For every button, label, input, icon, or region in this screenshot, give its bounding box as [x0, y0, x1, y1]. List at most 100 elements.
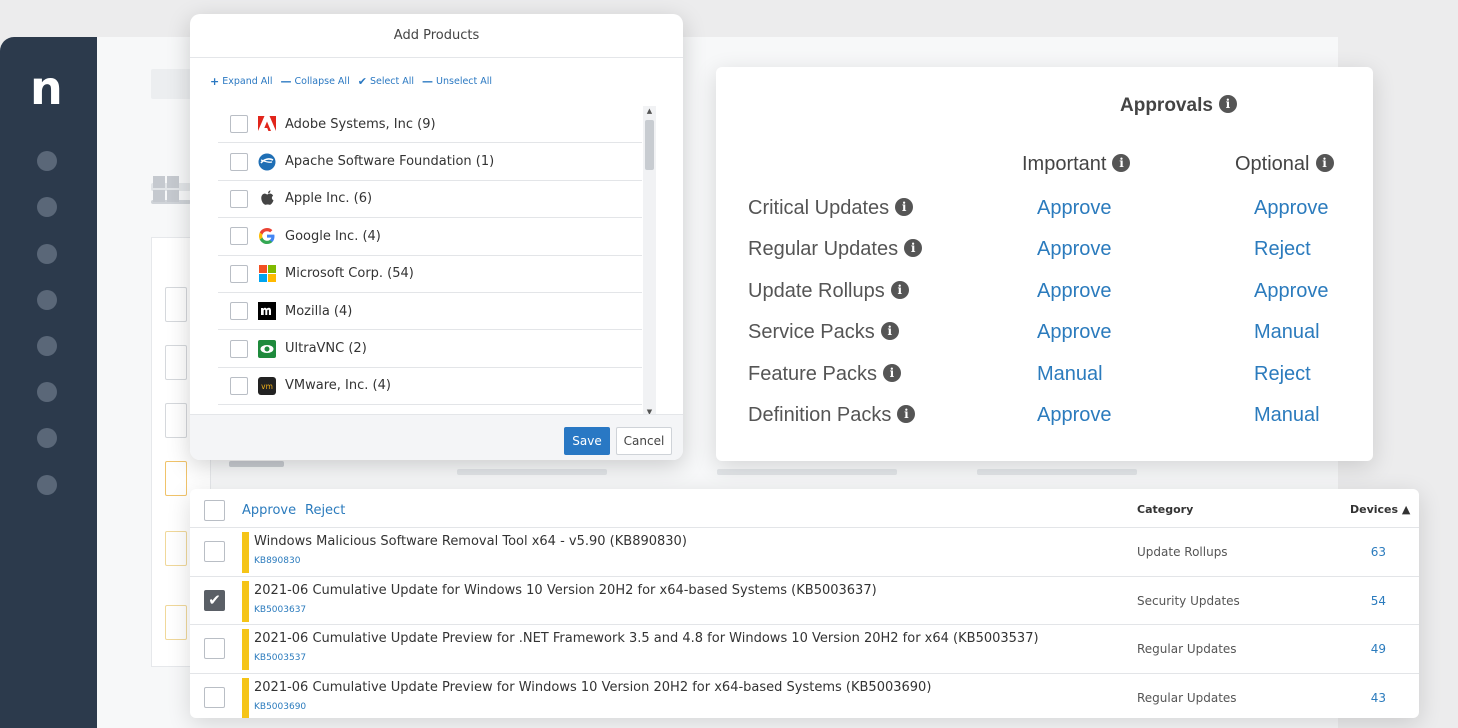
- important-approval-link[interactable]: Approve: [1037, 321, 1112, 344]
- sidebar-nav-item[interactable]: [37, 382, 57, 402]
- vendor-checkbox[interactable]: [230, 115, 248, 134]
- sidebar-nav-item[interactable]: [37, 475, 57, 495]
- optional-approval-link[interactable]: Reject: [1254, 363, 1311, 386]
- optional-approval-link[interactable]: Approve: [1254, 197, 1329, 220]
- important-column-header: Important i: [1022, 153, 1131, 176]
- approvals-title-text: Approvals: [1120, 95, 1213, 116]
- sidebar: n: [0, 37, 97, 728]
- vendor-list-scrollbar[interactable]: ▲ ▼: [643, 106, 656, 417]
- save-button[interactable]: Save: [564, 427, 610, 455]
- vendor-checkbox[interactable]: [230, 189, 248, 208]
- sidebar-nav-item[interactable]: [37, 428, 57, 448]
- row-checkbox[interactable]: [204, 638, 225, 659]
- category-column-header[interactable]: Category: [1137, 503, 1193, 516]
- info-icon[interactable]: i: [897, 404, 916, 423]
- sidebar-nav-item[interactable]: [37, 336, 57, 356]
- approval-row-label: Feature Packs i: [748, 363, 901, 386]
- table-row[interactable]: ✔ 2021-06 Cumulative Update for Windows …: [190, 575, 1419, 625]
- row-label-text: Feature Packs: [748, 363, 877, 385]
- update-category: Update Rollups: [1137, 545, 1228, 559]
- vendor-item[interactable]: Apache Software Foundation (1): [218, 143, 642, 181]
- info-icon[interactable]: i: [1315, 153, 1334, 172]
- vendor-item[interactable]: Google Inc. (4): [218, 218, 642, 256]
- sidebar-nav-item[interactable]: [37, 197, 57, 217]
- update-kb-link[interactable]: KB5003537: [254, 653, 306, 663]
- info-icon[interactable]: i: [1218, 94, 1237, 113]
- row-checkbox[interactable]: [204, 541, 225, 562]
- vendor-label: Microsoft Corp. (54): [285, 266, 414, 282]
- vendor-item[interactable]: Mozilla (4): [218, 293, 642, 331]
- row-checkbox[interactable]: [204, 686, 225, 708]
- important-approval-link[interactable]: Approve: [1037, 280, 1112, 303]
- important-approval-link[interactable]: Approve: [1037, 197, 1112, 220]
- vendor-item[interactable]: Apple Inc. (6): [218, 181, 642, 219]
- vendor-checkbox[interactable]: [230, 152, 248, 171]
- info-icon[interactable]: i: [895, 197, 914, 216]
- info-icon[interactable]: i: [1112, 153, 1131, 172]
- vendor-label: Mozilla (4): [285, 303, 353, 319]
- approval-row-label: Regular Updates i: [748, 238, 923, 261]
- update-kb-link[interactable]: KB890830: [254, 556, 300, 566]
- devices-column-header[interactable]: Devices ▲: [1350, 503, 1410, 516]
- approval-row-label: Critical Updates i: [748, 197, 914, 220]
- vendor-checkbox[interactable]: [230, 376, 248, 395]
- important-approval-link[interactable]: Approve: [1037, 238, 1112, 261]
- add-products-dialog: Add Products + Expand All — Collapse All ✔…: [190, 14, 683, 460]
- row-label-text: Update Rollups: [748, 280, 885, 302]
- vendor-checkbox[interactable]: [230, 227, 248, 246]
- update-devices-link[interactable]: 43: [1358, 691, 1386, 705]
- update-title: 2021-06 Cumulative Update Preview for Wi…: [254, 679, 932, 695]
- vendor-label: VMware, Inc. (4): [285, 378, 391, 394]
- important-approval-link[interactable]: Manual: [1037, 363, 1103, 386]
- sidebar-nav-item[interactable]: [37, 244, 57, 264]
- vendor-item[interactable]: vm VMware, Inc. (4): [218, 368, 642, 406]
- vendor-item[interactable]: UltraVNC (2): [218, 330, 642, 368]
- table-row[interactable]: 2021-06 Cumulative Update Preview for .N…: [190, 624, 1419, 673]
- update-kb-link[interactable]: KB5003690: [254, 702, 306, 712]
- table-row[interactable]: Windows Malicious Software Removal Tool …: [190, 527, 1419, 576]
- approval-row-label: Service Packs i: [748, 321, 899, 344]
- approve-button[interactable]: Approve: [242, 503, 296, 518]
- vendor-label: Google Inc. (4): [285, 228, 381, 244]
- optional-approval-link[interactable]: Approve: [1254, 280, 1329, 303]
- severity-indicator: [242, 532, 249, 573]
- update-devices-link[interactable]: 54: [1358, 594, 1386, 608]
- scroll-thumb[interactable]: [645, 120, 654, 170]
- vendor-item[interactable]: Adobe Systems, Inc (9): [218, 106, 642, 144]
- select-all-link[interactable]: ✔ Select All: [358, 75, 414, 88]
- vendor-checkbox[interactable]: [230, 339, 248, 358]
- expand-all-label: Expand All: [222, 76, 273, 87]
- dialog-footer: Save Cancel: [190, 414, 683, 460]
- expand-all-link[interactable]: + Expand All: [210, 75, 273, 88]
- apple-icon: [258, 190, 276, 208]
- vendor-checkbox[interactable]: [230, 302, 248, 321]
- unselect-all-link[interactable]: — Unselect All: [422, 75, 492, 88]
- row-checkbox[interactable]: ✔: [204, 589, 225, 611]
- optional-approval-link[interactable]: Reject: [1254, 238, 1311, 261]
- windows-icon: [153, 176, 179, 202]
- vendor-item[interactable]: Microsoft Corp. (54): [218, 256, 642, 293]
- important-approval-link[interactable]: Approve: [1037, 404, 1112, 427]
- info-icon[interactable]: i: [882, 363, 901, 382]
- update-kb-link[interactable]: KB5003637: [254, 605, 306, 615]
- optional-approval-link[interactable]: Manual: [1254, 404, 1320, 427]
- info-icon[interactable]: i: [904, 238, 923, 257]
- sidebar-nav-item[interactable]: [37, 290, 57, 310]
- scroll-up-icon[interactable]: ▲: [643, 107, 656, 115]
- optional-approval-link[interactable]: Manual: [1254, 321, 1320, 344]
- info-icon[interactable]: i: [890, 280, 909, 299]
- collapse-all-link[interactable]: — Collapse All: [281, 75, 350, 88]
- vendor-list: Adobe Systems, Inc (9) Apache Software F…: [218, 106, 642, 417]
- select-all-checkbox[interactable]: [204, 500, 225, 521]
- update-devices-link[interactable]: 63: [1358, 545, 1386, 559]
- vendor-checkbox[interactable]: [230, 264, 248, 283]
- adobe-icon: [258, 115, 276, 133]
- severity-indicator: [242, 629, 249, 670]
- update-category: Regular Updates: [1137, 690, 1237, 705]
- table-row[interactable]: 2021-06 Cumulative Update Preview for Wi…: [190, 672, 1419, 718]
- sidebar-nav-item[interactable]: [37, 151, 57, 171]
- reject-button[interactable]: Reject: [305, 503, 345, 518]
- info-icon[interactable]: i: [880, 321, 899, 340]
- cancel-button[interactable]: Cancel: [616, 427, 672, 455]
- update-devices-link[interactable]: 49: [1358, 642, 1386, 656]
